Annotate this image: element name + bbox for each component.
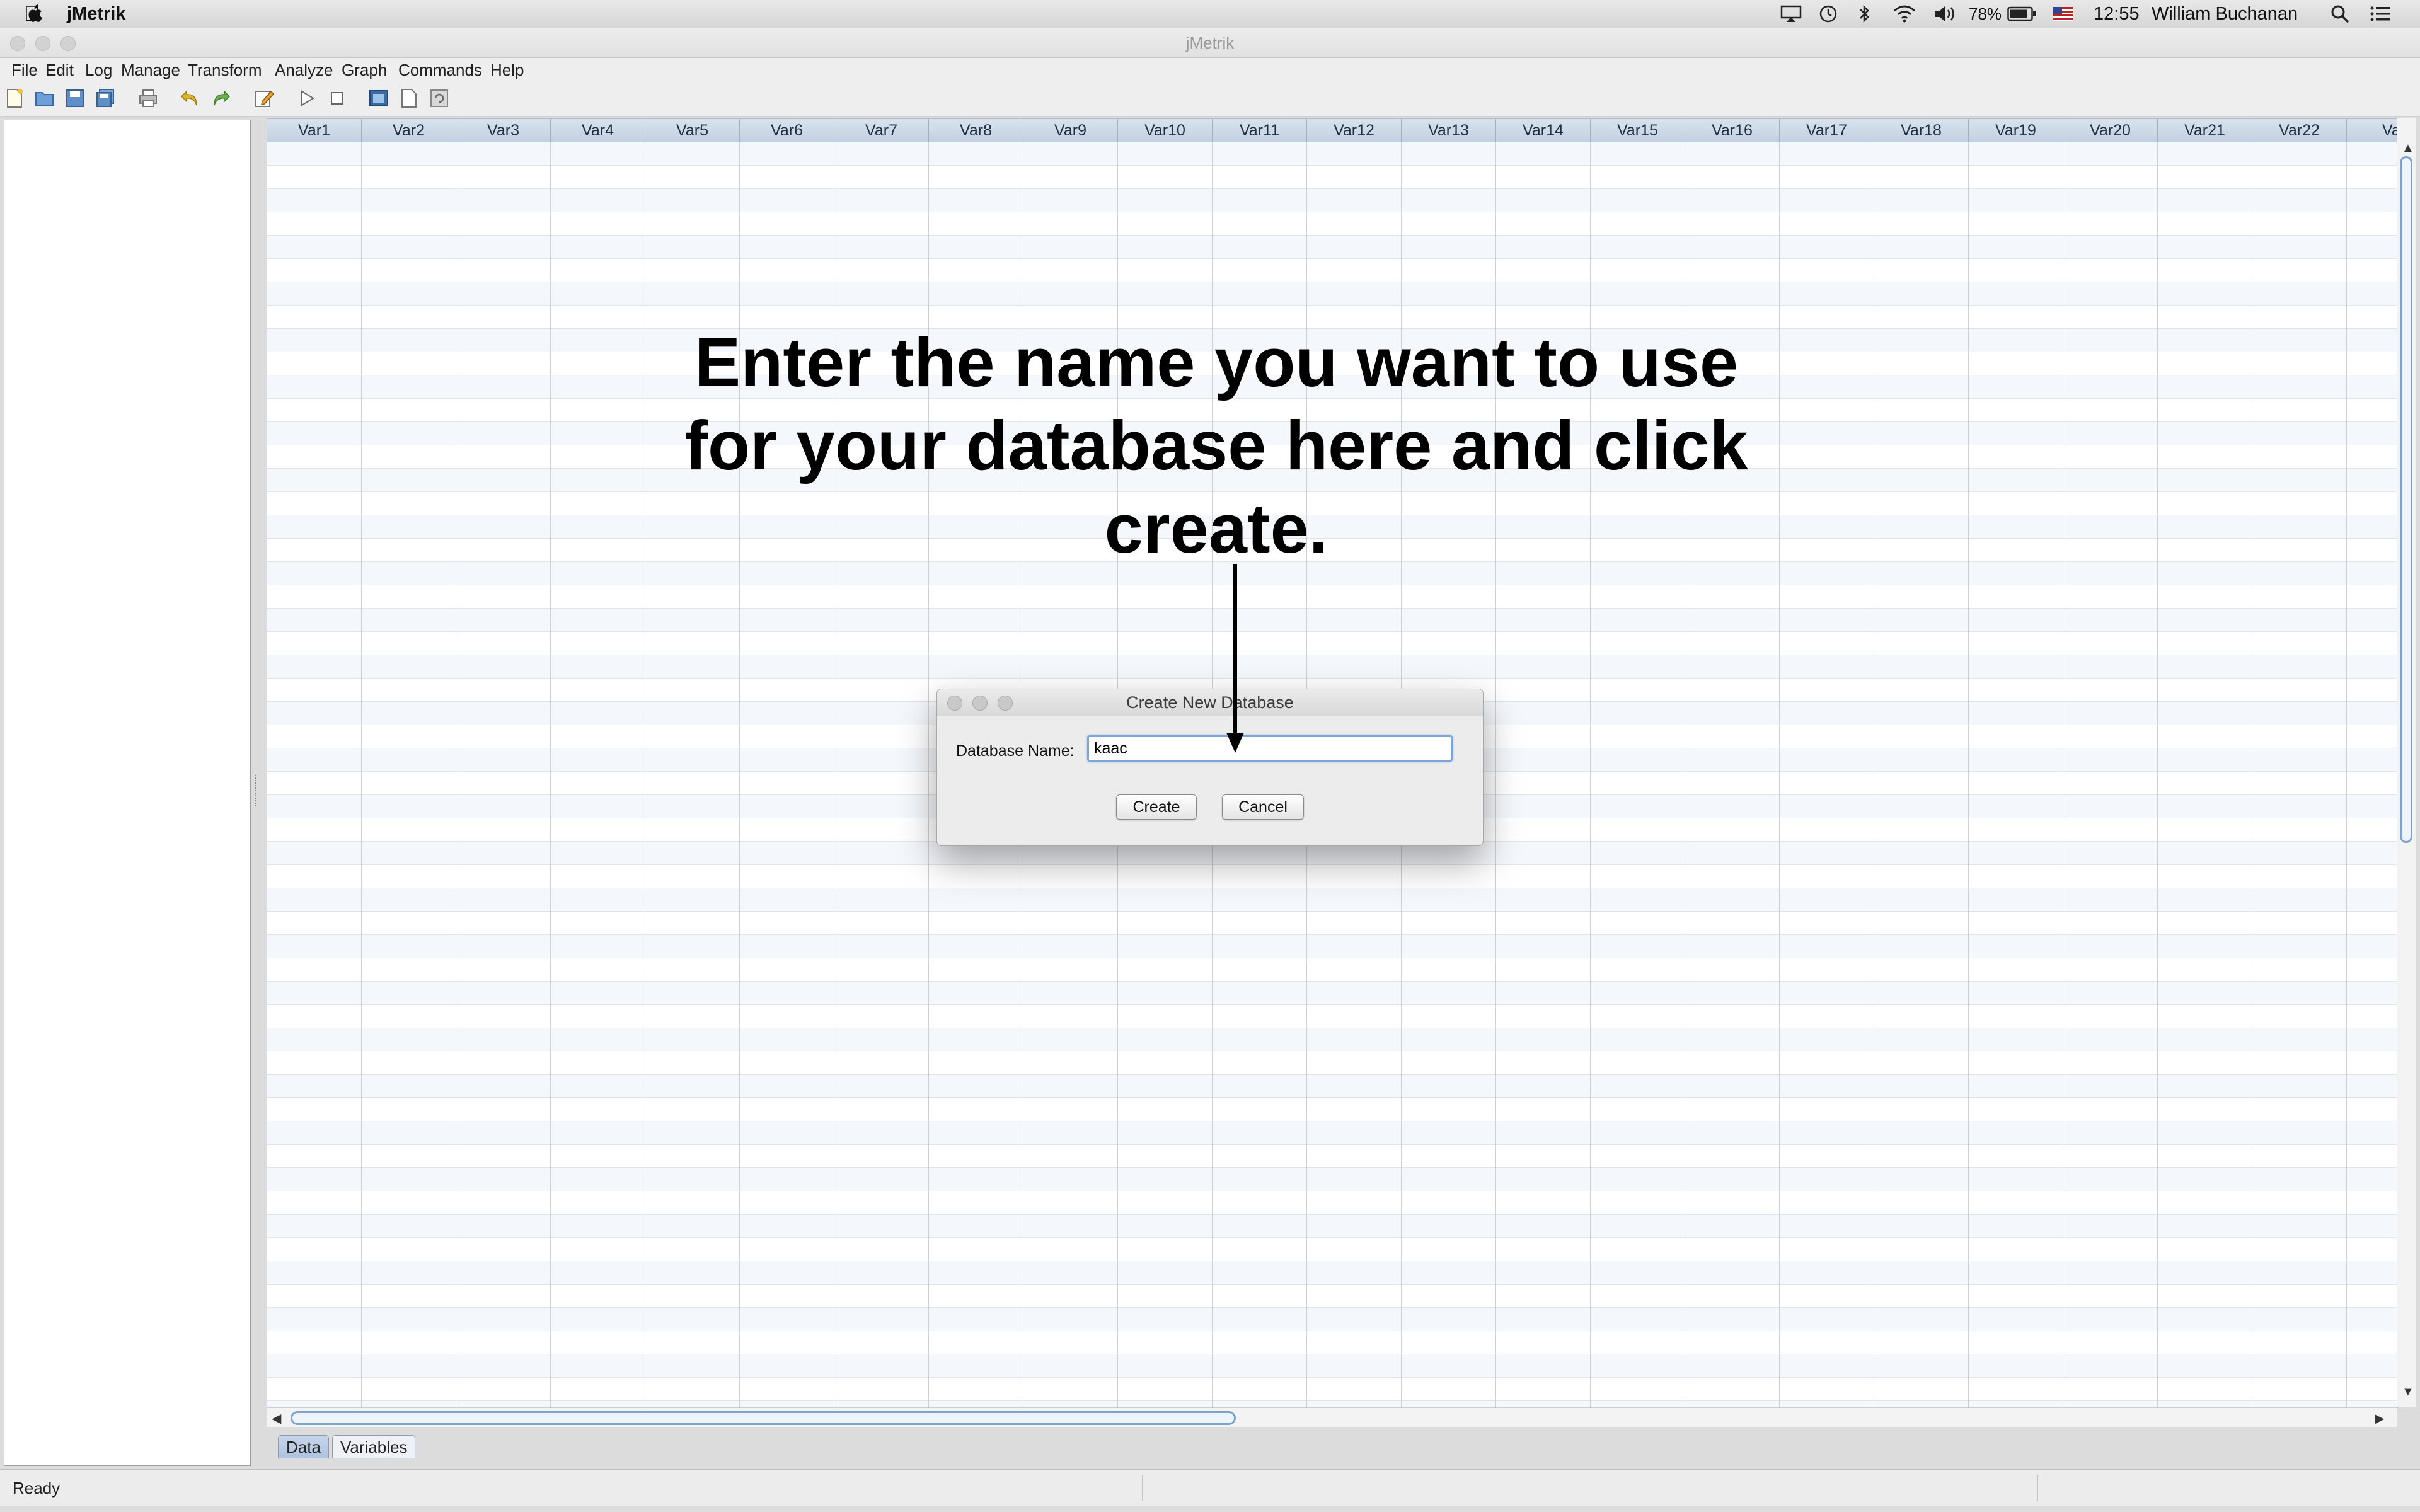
vertical-scroll-thumb[interactable]: [2400, 156, 2412, 843]
column-header[interactable]: Var4: [551, 119, 645, 142]
tab-variables[interactable]: Variables: [332, 1435, 416, 1458]
horizontal-scroll-thumb[interactable]: [291, 1411, 1236, 1425]
column-header[interactable]: Var7: [834, 119, 929, 142]
dialog-title: Create New Database: [1126, 693, 1294, 712]
stop-icon[interactable]: [326, 88, 348, 109]
system-menubar:  jMetrik 78% 12:55 William Buchanan: [0, 0, 2420, 28]
window-titlebar: jMetrik: [0, 28, 2420, 58]
menu-log[interactable]: Log: [85, 58, 112, 82]
time-machine-icon[interactable]: [1818, 0, 1838, 28]
vertical-scrollbar[interactable]: ▲ ▼: [2397, 118, 2416, 1407]
run-icon[interactable]: [296, 88, 318, 109]
battery-percent: 78%: [1969, 4, 2002, 23]
column-header[interactable]: Var13: [1402, 119, 1496, 142]
airplay-icon[interactable]: [1780, 0, 1802, 28]
volume-icon[interactable]: [1933, 0, 1959, 28]
menu-transform[interactable]: Transform: [188, 58, 262, 82]
column-header[interactable]: Var10: [1118, 119, 1213, 142]
database-tree-panel[interactable]: [4, 120, 251, 1466]
menu-help[interactable]: Help: [490, 58, 524, 82]
menu-edit[interactable]: Edit: [45, 58, 74, 82]
dialog-titlebar: Create New Database: [937, 689, 1483, 716]
edit-icon[interactable]: [253, 88, 275, 109]
column-header[interactable]: Var5: [645, 119, 740, 142]
column-header[interactable]: Var20: [2063, 119, 2158, 142]
tab-data[interactable]: Data: [278, 1435, 329, 1458]
menu-manage[interactable]: Manage: [121, 58, 180, 82]
column-header[interactable]: Var: [2347, 119, 2397, 142]
status-text: Ready: [13, 1479, 60, 1498]
spotlight-search-icon[interactable]: [2330, 0, 2350, 28]
app-menu-bar: File Edit Log Manage Transform Analyze G…: [0, 58, 2420, 82]
redo-icon[interactable]: [210, 88, 232, 109]
column-header[interactable]: Var14: [1496, 119, 1591, 142]
annotation-line: Enter the name you want to use: [694, 324, 1739, 401]
undo-icon[interactable]: [179, 88, 200, 109]
column-header[interactable]: Var9: [1023, 119, 1118, 142]
column-header[interactable]: Var22: [2252, 119, 2347, 142]
clock-time[interactable]: 12:55: [2094, 0, 2140, 28]
user-name[interactable]: William Buchanan: [2152, 0, 2298, 28]
menu-file[interactable]: File: [11, 58, 38, 82]
screenshot-icon[interactable]: [368, 88, 389, 109]
column-header[interactable]: Var21: [2158, 119, 2252, 142]
menu-graph[interactable]: Graph: [342, 58, 387, 82]
instruction-annotation: Enter the name you want to use for your …: [630, 321, 1802, 571]
us-flag-icon[interactable]: [2053, 0, 2073, 28]
scroll-down-arrow-icon[interactable]: ▼: [2402, 1385, 2414, 1399]
menu-commands[interactable]: Commands: [398, 58, 482, 82]
column-header[interactable]: Var3: [456, 119, 551, 142]
zoom-window-button[interactable]: [60, 36, 76, 51]
scroll-left-arrow-icon[interactable]: ◀: [272, 1411, 281, 1426]
save-icon[interactable]: [64, 88, 86, 109]
new-file-icon[interactable]: [4, 88, 25, 109]
column-header[interactable]: Var16: [1685, 119, 1780, 142]
cancel-button[interactable]: Cancel: [1222, 794, 1304, 820]
wifi-icon[interactable]: [1893, 0, 1916, 28]
column-header[interactable]: Var2: [362, 119, 456, 142]
grid-column-headers: Var1 Var2 Var3 Var4 Var5 Var6 Var7 Var8 Var9 Var1…: [267, 119, 2397, 142]
horizontal-scrollbar[interactable]: ◀ ▶: [267, 1407, 2397, 1427]
close-window-button[interactable]: [10, 36, 25, 51]
column-header[interactable]: Var19: [1969, 119, 2063, 142]
column-header[interactable]: Var15: [1591, 119, 1685, 142]
database-name-input[interactable]: [1087, 735, 1453, 762]
create-database-dialog: Create New Database Database Name: Creat…: [936, 689, 1484, 846]
annotation-line: for your database here and click: [684, 407, 1748, 484]
scroll-up-arrow-icon[interactable]: ▲: [2402, 141, 2414, 156]
view-tabs: Data Variables: [267, 1433, 708, 1460]
annotation-arrow-icon: [1226, 564, 1244, 753]
toolbar: [0, 82, 2420, 117]
document-icon[interactable]: [398, 88, 420, 109]
apple-logo-icon[interactable]: [25, 0, 43, 28]
minimize-window-button[interactable]: [35, 36, 50, 51]
column-header[interactable]: Var12: [1307, 119, 1402, 142]
window-title: jMetrik: [1185, 33, 1235, 52]
create-button[interactable]: Create: [1116, 794, 1197, 820]
status-divider: [1142, 1475, 1143, 1501]
battery-icon[interactable]: [2007, 0, 2036, 28]
column-header[interactable]: Var18: [1874, 119, 1969, 142]
app-name[interactable]: jMetrik: [67, 0, 125, 28]
open-folder-icon[interactable]: [34, 88, 55, 109]
print-icon[interactable]: [137, 88, 159, 109]
column-header[interactable]: Var17: [1780, 119, 1874, 142]
column-header[interactable]: Var1: [267, 119, 362, 142]
save-all-icon[interactable]: [95, 88, 116, 109]
database-name-label: Database Name:: [956, 742, 1075, 760]
status-bar: Ready: [0, 1469, 2420, 1506]
column-header[interactable]: Var6: [740, 119, 834, 142]
column-header[interactable]: Var11: [1213, 119, 1307, 142]
refresh-icon[interactable]: [429, 88, 450, 109]
notification-center-icon[interactable]: [2370, 0, 2391, 28]
panel-splitter[interactable]: [255, 775, 260, 806]
status-divider: [2037, 1475, 2038, 1501]
annotation-line: create.: [1104, 490, 1328, 568]
column-header[interactable]: Var8: [929, 119, 1023, 142]
scroll-right-arrow-icon[interactable]: ▶: [2375, 1411, 2384, 1426]
bluetooth-icon[interactable]: [1858, 0, 1870, 28]
menu-analyze[interactable]: Analyze: [275, 58, 333, 82]
